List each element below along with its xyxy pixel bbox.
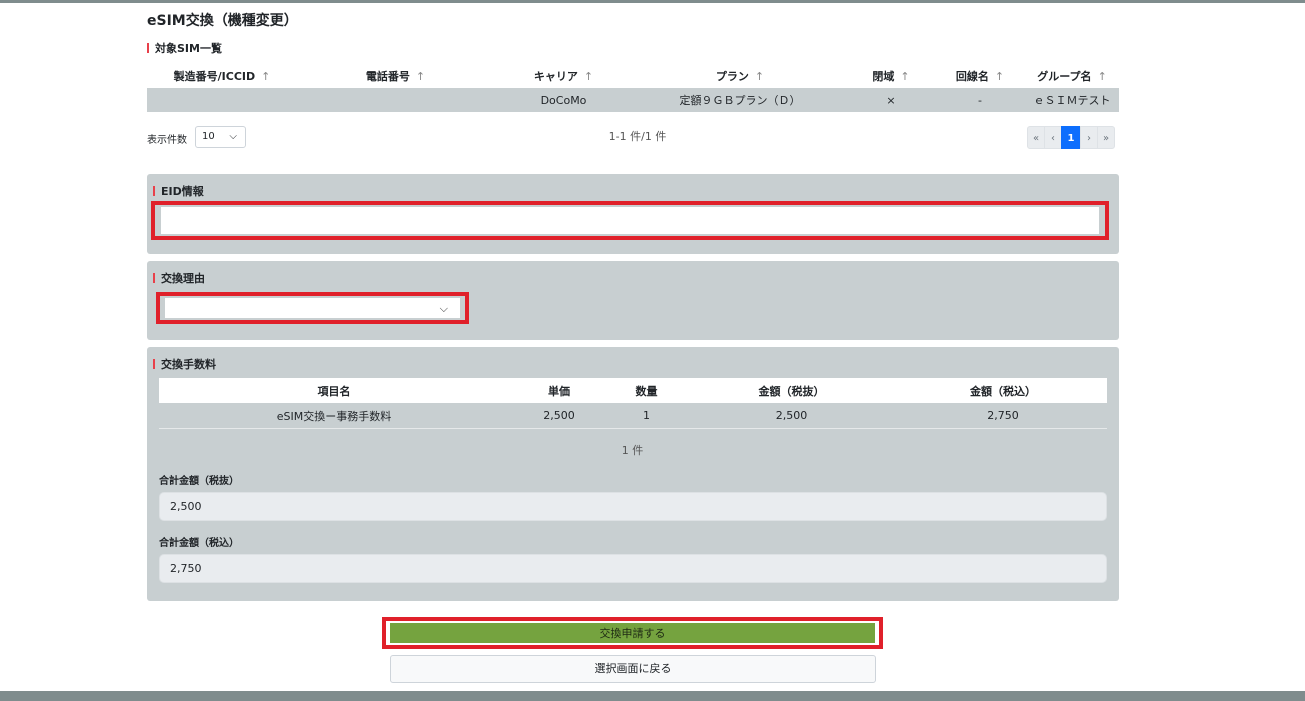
cell-iccid: [147, 88, 297, 112]
column-header-label: プラン: [715, 69, 749, 83]
column-header-iccid[interactable]: 製造番号/ICCID ↑: [147, 63, 297, 88]
eid-highlight-frame: [151, 201, 1109, 240]
chevron-down-icon: ⌵: [229, 131, 237, 142]
sort-arrow-icon[interactable]: ↑: [995, 70, 1004, 83]
column-header-label: 製造番号/ICCID: [173, 69, 256, 83]
back-to-selection-button[interactable]: 選択画面に戻る: [390, 655, 876, 683]
bottom-bar: [0, 691, 1305, 701]
submit-exchange-button[interactable]: 交換申請する: [390, 623, 875, 643]
sort-arrow-icon[interactable]: ↑: [755, 70, 764, 83]
pagination: « ‹ 1 › »: [1027, 126, 1115, 149]
column-header-carrier[interactable]: キャリア ↑: [494, 63, 633, 88]
column-header-label: 電話番号: [365, 69, 410, 83]
page-size-select[interactable]: 10 ⌵: [195, 126, 246, 148]
fee-table-header-row: 項目名 単価 数量 金額（税抜） 金額（税込）: [159, 378, 1107, 403]
submit-highlight-frame: 交換申請する: [382, 617, 883, 649]
table-row[interactable]: DoCoMo 定額９ＧＢプラン（Ｄ） × - ｅＳＩＭテスト: [147, 88, 1119, 112]
total-incl-field: 2,750: [159, 554, 1107, 583]
fee-column-header-item: 項目名: [159, 378, 509, 403]
sim-table: 製造番号/ICCID ↑ 電話番号 ↑ キャリア ↑ プラン ↑ 閉域 ↑ 回線名 ↑ グル…: [147, 63, 1119, 112]
total-excl-field: 2,500: [159, 492, 1107, 521]
fee-cell-amount-excl: 2,500: [684, 403, 899, 429]
table-row: eSIM交換ー事務手数料 2,500 1 2,500 2,750: [159, 403, 1107, 429]
sort-arrow-icon[interactable]: ↑: [261, 70, 270, 83]
column-header-label: 閉域: [872, 69, 895, 83]
cell-closed-network: ×: [847, 88, 935, 112]
sort-arrow-icon[interactable]: ↑: [900, 70, 909, 83]
fee-column-header-quantity: 数量: [609, 378, 684, 403]
top-bar: [0, 0, 1305, 3]
column-header-label: キャリア: [533, 69, 578, 83]
fee-cell-item: eSIM交換ー事務手数料: [159, 403, 509, 429]
reason-highlight-frame: ⌵: [156, 292, 469, 324]
cell-plan: 定額９ＧＢプラン（Ｄ）: [633, 88, 847, 112]
fee-cell-amount-incl: 2,750: [899, 403, 1107, 429]
column-header-label: 回線名: [955, 69, 989, 83]
page-size-value: 10: [202, 131, 215, 142]
column-header-closed-network[interactable]: 閉域 ↑: [847, 63, 935, 88]
sort-arrow-icon[interactable]: ↑: [584, 70, 593, 83]
sort-arrow-icon[interactable]: ↑: [416, 70, 425, 83]
sort-arrow-icon[interactable]: ↑: [1098, 70, 1107, 83]
column-header-phone[interactable]: 電話番号 ↑: [297, 63, 494, 88]
cell-phone: [297, 88, 494, 112]
pagination-prev-button[interactable]: ‹: [1044, 126, 1062, 149]
pagination-next-button[interactable]: ›: [1080, 126, 1098, 149]
page-size-label: 表示件数: [147, 135, 187, 146]
fee-cell-quantity: 1: [609, 403, 684, 429]
column-header-line-name[interactable]: 回線名 ↑: [935, 63, 1025, 88]
eid-input[interactable]: [161, 207, 1099, 234]
reason-section-label: 交換理由: [153, 270, 205, 286]
chevron-down-icon: ⌵: [439, 302, 448, 315]
fee-table: 項目名 単価 数量 金額（税抜） 金額（税込） eSIM交換ー事務手数料 2,5…: [159, 378, 1107, 429]
pagination-page-button[interactable]: 1: [1061, 126, 1081, 149]
total-excl-label: 合計金額（税抜）: [159, 476, 239, 487]
fee-count-text: 1 件: [621, 444, 644, 457]
sim-table-header-row: 製造番号/ICCID ↑ 電話番号 ↑ キャリア ↑ プラン ↑ 閉域 ↑ 回線名 ↑ グル…: [147, 63, 1119, 88]
cell-line-name: -: [935, 88, 1025, 112]
fee-column-header-unit-price: 単価: [509, 378, 609, 403]
fee-column-header-amount-incl: 金額（税込）: [899, 378, 1107, 403]
cell-group-name: ｅＳＩＭテスト: [1025, 88, 1119, 112]
pagination-last-button[interactable]: »: [1097, 126, 1115, 149]
pagination-first-button[interactable]: «: [1027, 126, 1045, 149]
cell-carrier: DoCoMo: [494, 88, 633, 112]
total-incl-label: 合計金額（税込）: [159, 538, 239, 549]
page-title: eSIM交換（機種変更）: [147, 13, 298, 29]
eid-panel: EID情報: [147, 174, 1119, 254]
column-header-group-name[interactable]: グループ名 ↑: [1025, 63, 1119, 88]
reason-select[interactable]: ⌵: [165, 298, 460, 318]
sim-list-section-label: 対象SIM一覧: [147, 40, 222, 56]
fee-section-label: 交換手数料: [153, 356, 216, 372]
fee-cell-unit-price: 2,500: [509, 403, 609, 429]
column-header-plan[interactable]: プラン ↑: [633, 63, 847, 88]
column-header-label: グループ名: [1037, 69, 1092, 83]
fee-column-header-amount-excl: 金額（税抜）: [684, 378, 899, 403]
range-text: 1-1 件/1 件: [608, 130, 667, 143]
reason-panel: 交換理由 ⌵: [147, 261, 1119, 340]
eid-section-label: EID情報: [153, 183, 204, 199]
